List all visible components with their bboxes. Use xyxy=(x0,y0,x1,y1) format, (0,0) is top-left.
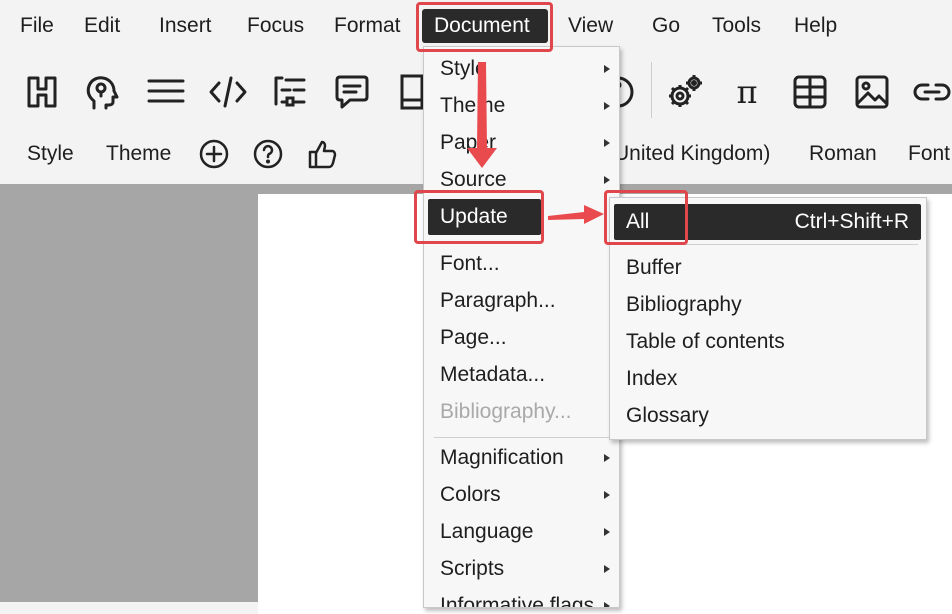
chevron-right-icon xyxy=(604,454,610,462)
language-selector[interactable]: United Kingdom) xyxy=(614,138,770,170)
lightbulb-head-icon[interactable] xyxy=(82,72,122,112)
font-selector[interactable]: Font xyxy=(908,138,950,170)
chevron-right-icon xyxy=(604,528,610,536)
menu-item-font[interactable]: Font... xyxy=(424,246,619,282)
style-button[interactable]: Style xyxy=(27,138,74,170)
menu-separator xyxy=(434,437,609,438)
submenu-item-table-of-contents[interactable]: Table of contents xyxy=(610,324,926,360)
help-icon[interactable] xyxy=(252,138,284,170)
gears-icon[interactable] xyxy=(665,72,705,112)
menu-item-bibliography: Bibliography... xyxy=(440,400,572,423)
menu-item-informative-flags[interactable]: Informative flags xyxy=(424,588,619,607)
code-icon[interactable] xyxy=(208,72,248,112)
document-menu: Style Theme Paper Source Update Font... … xyxy=(423,46,620,608)
menu-item-page[interactable]: Page... xyxy=(424,320,619,356)
menu-edit[interactable]: Edit xyxy=(72,9,132,43)
pi-icon[interactable]: π xyxy=(727,72,767,112)
shortcut-label: Ctrl+Shift+R xyxy=(794,210,909,233)
toolbar-divider xyxy=(651,62,652,118)
comment-icon[interactable] xyxy=(332,72,372,112)
add-icon[interactable] xyxy=(198,138,230,170)
menu-item-language[interactable]: Language xyxy=(424,514,619,550)
heading-icon[interactable] xyxy=(22,72,62,112)
link-icon[interactable] xyxy=(912,72,952,112)
menu-go[interactable]: Go xyxy=(640,9,692,43)
menu-item-colors[interactable]: Colors xyxy=(424,477,619,513)
highlight-all-item xyxy=(604,190,688,245)
menu-item-style[interactable]: Style xyxy=(424,51,619,87)
menu-help[interactable]: Help xyxy=(782,9,849,43)
highlight-update-item xyxy=(414,190,544,244)
chevron-right-icon xyxy=(604,65,610,73)
thumbs-up-icon[interactable] xyxy=(306,138,338,170)
menu-item-metadata[interactable]: Metadata... xyxy=(424,357,619,393)
submenu-item-index[interactable]: Index xyxy=(610,361,926,397)
table-icon[interactable] xyxy=(790,72,830,112)
menu-item-magnification[interactable]: Magnification xyxy=(424,440,619,476)
menu-tools[interactable]: Tools xyxy=(700,9,773,43)
chevron-right-icon xyxy=(604,565,610,573)
chevron-right-icon xyxy=(604,139,610,147)
chevron-right-icon xyxy=(604,491,610,499)
menu-item-paper[interactable]: Paper xyxy=(424,125,619,161)
menu-view[interactable]: View xyxy=(556,9,625,43)
paragraph-lines-icon[interactable] xyxy=(146,72,186,112)
menu-item-theme[interactable]: Theme xyxy=(424,88,619,124)
chevron-right-icon xyxy=(604,602,610,607)
theme-button[interactable]: Theme xyxy=(106,138,171,170)
menu-focus[interactable]: Focus xyxy=(235,9,316,43)
chevron-right-icon xyxy=(604,176,610,184)
menu-file[interactable]: File xyxy=(8,9,66,43)
chevron-right-icon xyxy=(604,102,610,110)
list-tree-icon[interactable] xyxy=(270,72,310,112)
submenu-item-glossary[interactable]: Glossary xyxy=(610,398,926,434)
menu-item-paragraph[interactable]: Paragraph... xyxy=(424,283,619,319)
menu-format[interactable]: Format xyxy=(322,9,413,43)
image-icon[interactable] xyxy=(852,72,892,112)
menu-item-scripts[interactable]: Scripts xyxy=(424,551,619,587)
highlight-document-menu xyxy=(416,2,553,52)
script-selector[interactable]: Roman xyxy=(809,138,877,170)
submenu-item-buffer[interactable]: Buffer xyxy=(610,250,926,286)
submenu-item-bibliography[interactable]: Bibliography xyxy=(610,287,926,323)
menu-insert[interactable]: Insert xyxy=(147,9,224,43)
